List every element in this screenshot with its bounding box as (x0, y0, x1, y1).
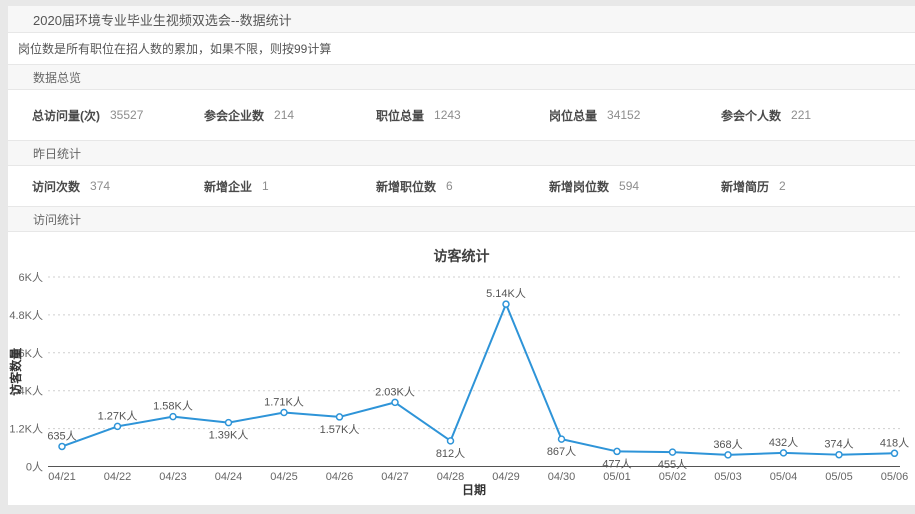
svg-text:432人: 432人 (769, 436, 798, 449)
stat-value: 214 (274, 108, 294, 122)
svg-text:04/24: 04/24 (215, 471, 243, 483)
stat-value: 6 (446, 179, 453, 193)
svg-text:05/04: 05/04 (770, 471, 798, 483)
svg-text:05/03: 05/03 (714, 471, 742, 483)
svg-text:04/30: 04/30 (548, 471, 576, 483)
visitor-chart-card: 访客统计 0人1.2K人2.4K人3.6K人4.8K人6K人04/2104/22… (8, 232, 915, 505)
yesterday-stats-row: 访问次数 374 新增企业 1 新增职位数 6 新增岗位数 594 新增简历 2 (8, 166, 915, 206)
page-title: 2020届环境专业毕业生视频双选会--数据统计 (33, 10, 292, 29)
overview-stats-row: 总访问量(次) 35527 参会企业数 214 职位总量 1243 岗位总量 3… (8, 90, 915, 140)
stat-value: 594 (619, 179, 639, 193)
svg-text:635人: 635人 (47, 429, 76, 442)
svg-text:374人: 374人 (824, 438, 853, 451)
stat-positions-total: 职位总量 1243 (376, 107, 549, 124)
page-title-bar: 2020届环境专业毕业生视频双选会--数据统计 (8, 6, 915, 33)
svg-text:867人: 867人 (547, 445, 576, 458)
svg-text:04/21: 04/21 (48, 471, 76, 483)
section-header-overview: 数据总览 (8, 64, 915, 90)
stat-label: 岗位总量 (549, 107, 597, 124)
stat-value: 2 (779, 179, 786, 193)
stat-label: 总访问量(次) (32, 107, 100, 124)
stat-label: 新增岗位数 (549, 178, 609, 195)
stat-total-visits: 总访问量(次) 35527 (32, 107, 204, 124)
stat-companies: 参会企业数 214 (204, 107, 376, 124)
stat-label: 职位总量 (376, 107, 424, 124)
svg-text:477人: 477人 (602, 457, 631, 470)
section-header-visits-label: 访问统计 (33, 211, 81, 228)
svg-text:1.27K人: 1.27K人 (98, 409, 138, 422)
stat-individuals: 参会个人数 221 (721, 107, 915, 124)
chart-title: 访客统计 (8, 232, 915, 270)
svg-text:日期: 日期 (462, 482, 486, 497)
stat-label: 新增简历 (721, 178, 769, 195)
svg-text:4.8K人: 4.8K人 (9, 309, 43, 322)
svg-text:1.2K人: 1.2K人 (9, 423, 43, 436)
stat-new-companies: 新增企业 1 (204, 178, 376, 195)
svg-text:1.57K人: 1.57K人 (320, 423, 360, 436)
svg-text:0人: 0人 (26, 461, 43, 474)
svg-text:5.14K人: 5.14K人 (486, 287, 526, 300)
stat-value: 34152 (607, 108, 640, 122)
stat-label: 访问次数 (32, 178, 80, 195)
stat-value: 374 (90, 179, 110, 193)
stat-value: 1 (262, 179, 269, 193)
svg-text:812人: 812人 (436, 447, 465, 460)
svg-text:1.71K人: 1.71K人 (264, 395, 304, 408)
stat-label: 参会企业数 (204, 107, 264, 124)
stat-value: 221 (791, 108, 811, 122)
svg-text:05/02: 05/02 (659, 471, 687, 483)
svg-text:访客数量: 访客数量 (8, 348, 23, 396)
section-header-overview-label: 数据总览 (33, 69, 81, 86)
stat-new-positions: 新增职位数 6 (376, 178, 549, 195)
svg-text:05/06: 05/06 (881, 471, 909, 483)
stat-label: 新增企业 (204, 178, 252, 195)
stat-new-resumes: 新增简历 2 (721, 178, 915, 195)
stat-value: 35527 (110, 108, 143, 122)
stat-label: 参会个人数 (721, 107, 781, 124)
note-text: 岗位数是所有职位在招人数的累加，如果不限，则按99计算 (8, 33, 915, 64)
svg-text:05/01: 05/01 (603, 471, 631, 483)
stat-value: 1243 (434, 108, 461, 122)
svg-text:04/23: 04/23 (159, 471, 187, 483)
visitor-line-chart[interactable]: 0人1.2K人2.4K人3.6K人4.8K人6K人04/2104/2204/23… (8, 270, 915, 505)
section-header-yesterday-label: 昨日统计 (33, 145, 81, 162)
svg-text:1.58K人: 1.58K人 (153, 400, 193, 413)
stat-new-jobs: 新增岗位数 594 (549, 178, 721, 195)
svg-text:2.03K人: 2.03K人 (375, 385, 415, 398)
svg-text:05/05: 05/05 (825, 471, 853, 483)
svg-text:04/28: 04/28 (437, 471, 465, 483)
stat-jobs-total: 岗位总量 34152 (549, 107, 721, 124)
section-header-yesterday: 昨日统计 (8, 140, 915, 166)
stat-label: 新增职位数 (376, 178, 436, 195)
svg-text:04/29: 04/29 (492, 471, 520, 483)
svg-text:04/25: 04/25 (270, 471, 298, 483)
svg-text:418人: 418人 (880, 436, 909, 449)
svg-text:368人: 368人 (713, 438, 742, 451)
section-header-visits: 访问统计 (8, 206, 915, 232)
svg-text:04/26: 04/26 (326, 471, 354, 483)
svg-text:1.39K人: 1.39K人 (209, 429, 249, 442)
stat-visit-count: 访问次数 374 (32, 178, 204, 195)
svg-text:04/27: 04/27 (381, 471, 409, 483)
svg-text:04/22: 04/22 (104, 471, 132, 483)
svg-text:6K人: 6K人 (19, 271, 43, 284)
svg-text:455人: 455人 (658, 458, 687, 471)
stats-dashboard: 2020届环境专业毕业生视频双选会--数据统计 岗位数是所有职位在招人数的累加，… (8, 6, 915, 505)
